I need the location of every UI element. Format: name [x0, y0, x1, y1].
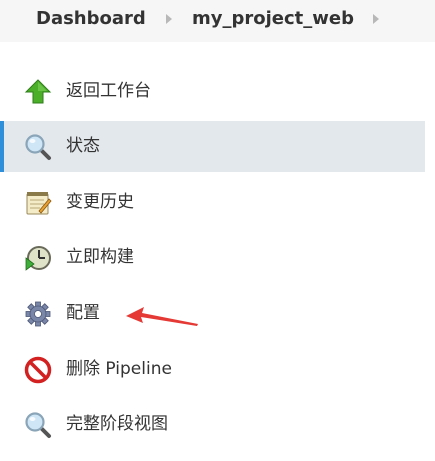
side-panel-tasks: 返回工作台 状态 变更历史 立即构建 配置 删除 Pipeline 完整阶段视图 [0, 64, 425, 461]
breadcrumb-item-dashboard[interactable]: Dashboard [36, 8, 146, 30]
breadcrumb: Dashboard my_project_web [0, 0, 435, 42]
task-label: 立即构建 [66, 247, 134, 267]
no-entry-icon [24, 356, 52, 384]
task-build-now[interactable]: 立即构建 [0, 232, 425, 283]
task-label: 返回工作台 [66, 81, 151, 101]
search-icon [25, 134, 51, 160]
up-arrow-icon [24, 79, 52, 104]
task-full-stage-view[interactable]: 完整阶段视图 [0, 399, 425, 450]
task-label: 完整阶段视图 [66, 414, 168, 434]
breadcrumb-separator-icon[interactable] [166, 14, 172, 24]
task-change-history[interactable]: 变更历史 [0, 177, 425, 228]
task-back-to-dashboard[interactable]: 返回工作台 [0, 66, 425, 117]
task-label: 删除 Pipeline [66, 359, 172, 379]
notepad-icon [26, 192, 52, 215]
task-configure[interactable]: 配置 [0, 288, 425, 339]
task-label: 变更历史 [66, 192, 134, 212]
gear-icon [25, 301, 51, 327]
breadcrumb-separator-icon[interactable] [373, 14, 379, 24]
task-label: 配置 [66, 303, 100, 323]
task-label: 状态 [66, 136, 100, 156]
annotation-arrow-icon [126, 307, 198, 326]
task-delete-pipeline[interactable]: 删除 Pipeline [0, 344, 425, 395]
task-status[interactable]: 状态 [0, 121, 425, 172]
search-icon [25, 412, 51, 438]
clock-icon [25, 246, 51, 271]
breadcrumb-item-project[interactable]: my_project_web [192, 8, 354, 30]
